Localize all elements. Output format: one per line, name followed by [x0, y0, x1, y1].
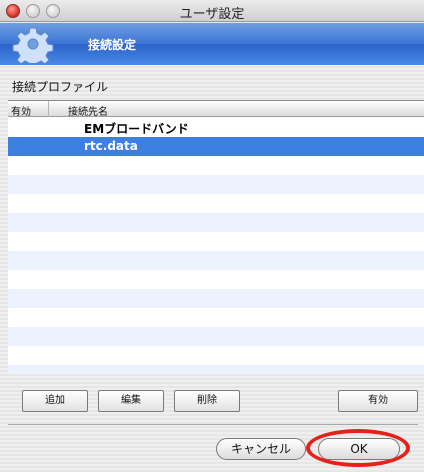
table-row-empty[interactable] [8, 232, 424, 251]
title-bar: ユーザ設定 [0, 0, 424, 22]
table-row-empty[interactable] [8, 346, 424, 365]
table-row-empty[interactable] [8, 194, 424, 213]
delete-button[interactable]: 削除 [174, 390, 240, 412]
connection-profiles-table: 有効 接続先名 EMブロードバンド rtc.data [8, 100, 424, 374]
column-separator[interactable] [48, 101, 49, 117]
table-row[interactable]: EMブロードバンド [8, 118, 424, 137]
table-row-selected[interactable]: rtc.data [8, 137, 424, 156]
header-title: 接続設定 [88, 38, 137, 52]
table-row-empty[interactable] [8, 175, 424, 194]
table-row-empty[interactable] [8, 270, 424, 289]
enable-button[interactable]: 有効 [338, 390, 418, 412]
table-header: 有効 接続先名 [8, 101, 424, 118]
table-row-empty[interactable] [8, 251, 424, 270]
row-name: rtc.data [84, 139, 138, 153]
table-row-empty[interactable] [8, 308, 424, 327]
ok-highlight-annotation [306, 429, 410, 467]
table-row-empty[interactable] [8, 213, 424, 232]
table-row-empty[interactable] [8, 365, 424, 374]
table-rows: EMブロードバンド rtc.data [8, 118, 424, 374]
connection-settings-header: 接続設定 [0, 23, 424, 65]
row-name: EMブロードバンド [84, 122, 189, 136]
edit-button[interactable]: 編集 [98, 390, 164, 412]
user-settings-window: ユーザ設定 接続設定 接続プロファイル 有効 接続先名 EMブロードバンド rt… [0, 0, 424, 472]
cancel-button[interactable]: キャンセル [216, 438, 306, 460]
gear-icon [12, 27, 54, 63]
profiles-label: 接続プロファイル [12, 80, 109, 94]
column-header-enabled[interactable]: 有効 [11, 103, 31, 118]
add-button[interactable]: 追加 [22, 390, 88, 412]
table-row-empty[interactable] [8, 156, 424, 175]
column-header-name[interactable]: 接続先名 [68, 103, 108, 118]
table-row-empty[interactable] [8, 289, 424, 308]
table-row-empty[interactable] [8, 327, 424, 346]
window-title: ユーザ設定 [179, 7, 245, 22]
footer-divider [8, 424, 418, 425]
